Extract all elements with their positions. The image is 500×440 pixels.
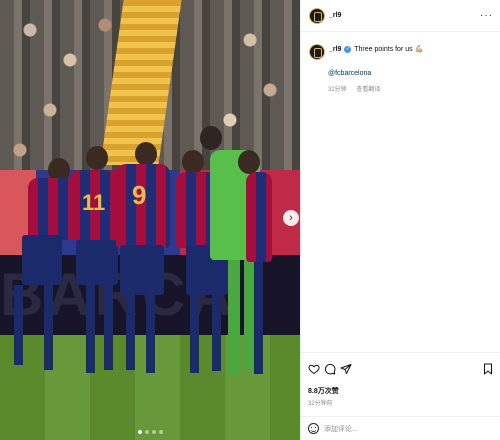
post-header: _rl9 ··· xyxy=(301,0,500,32)
author-username[interactable]: _rl9 xyxy=(329,12,341,19)
shirt-number-9: 9 xyxy=(132,180,147,210)
caption-avatar[interactable] xyxy=(309,44,325,60)
carousel-dot xyxy=(145,430,149,434)
post-time: 32分钟前 xyxy=(308,401,333,407)
send-icon[interactable] xyxy=(340,363,352,375)
comment-bar xyxy=(300,416,500,440)
chevron-right-icon: › xyxy=(289,212,293,224)
more-options-icon[interactable]: ··· xyxy=(480,10,493,21)
bookmark-icon[interactable] xyxy=(482,363,494,375)
caption-meta: 32分钟 查看翻译 xyxy=(328,84,388,93)
post-photo[interactable]: BARCA 11 9 › xyxy=(0,0,300,440)
caption-time: 32分钟 xyxy=(328,87,347,93)
verified-badge-icon: ✓ xyxy=(344,45,352,53)
see-translation-link[interactable]: 查看翻译 xyxy=(356,87,380,93)
heart-icon[interactable] xyxy=(308,363,320,375)
author-avatar[interactable] xyxy=(309,8,325,24)
carousel-dot xyxy=(159,430,163,434)
post-actions: 8.8万次赞 32分钟前 xyxy=(300,352,500,440)
shirt-number-11: 11 xyxy=(82,190,106,215)
carousel-dot xyxy=(152,430,156,434)
post-caption: _rl9 ✓ Three points for us 💪🏼 xyxy=(329,45,494,55)
like-count[interactable]: 8.8万次赞 xyxy=(308,386,339,396)
caption-text: Three points for us 💪🏼 xyxy=(354,46,424,53)
emoji-icon[interactable] xyxy=(308,423,319,434)
mention-link[interactable]: @fcbarcelona xyxy=(328,70,371,77)
caption-username[interactable]: _rl9 xyxy=(329,46,341,53)
carousel-indicator xyxy=(138,430,163,434)
carousel-dot xyxy=(138,430,142,434)
comment-input[interactable] xyxy=(324,422,474,436)
comment-icon[interactable] xyxy=(324,363,336,375)
next-photo-button[interactable]: › xyxy=(283,210,299,226)
